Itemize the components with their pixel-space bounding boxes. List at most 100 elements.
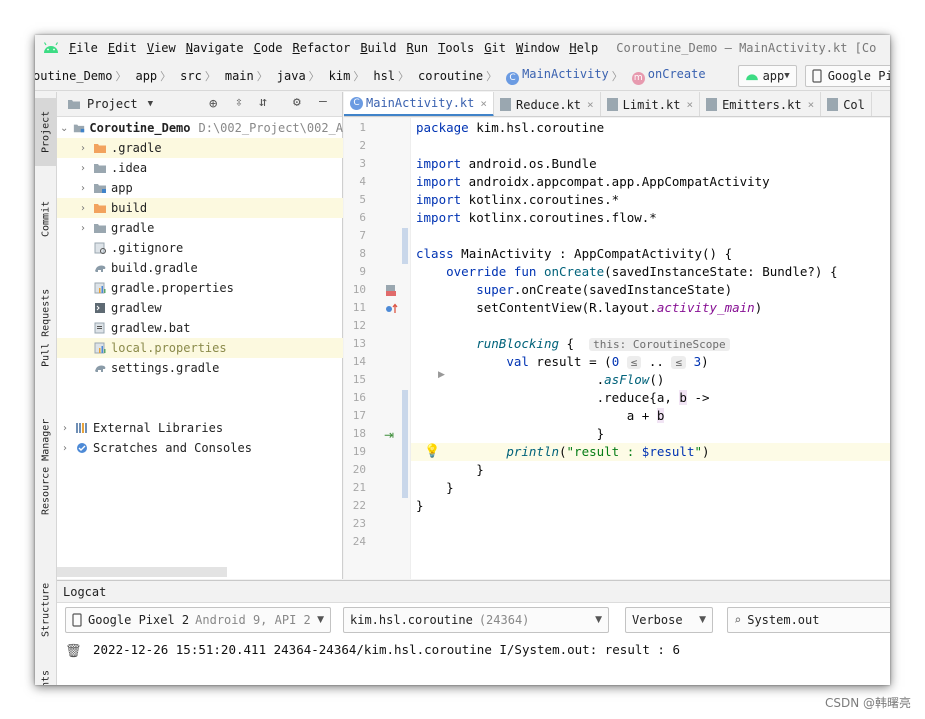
chevron-right-icon[interactable]: ›	[77, 223, 89, 234]
logcat-level-select[interactable]: Verbose ▼	[625, 607, 713, 633]
editor-tab[interactable]: Col	[821, 92, 872, 116]
expand-all-icon[interactable]: ⇳	[235, 95, 243, 110]
breadcrumb-kim[interactable]: kim	[329, 69, 351, 83]
tree-item[interactable]: gradlew.bat	[57, 318, 343, 338]
logcat-device-select[interactable]: Google Pixel 2 Android 9, API 2 ▼	[65, 607, 331, 633]
line-number: 15	[352, 373, 366, 386]
ide-window: File Edit View Navigate Code Refactor Bu…	[35, 35, 890, 685]
implementation-icon[interactable]	[385, 284, 397, 297]
menu-git[interactable]: Git	[484, 41, 506, 55]
logcat-process-select[interactable]: kim.hsl.coroutine (24364) ▼	[343, 607, 609, 633]
tree-root[interactable]: ⌄ Coroutine_Demo D:\002_Project\002_A	[57, 118, 343, 138]
tree-item[interactable]: gradle.properties	[57, 278, 343, 298]
trash-icon[interactable]: 🗑	[65, 643, 82, 659]
editor-tab[interactable]: C MainActivity.kt ×	[344, 92, 494, 116]
chevron-down-icon[interactable]: ▼	[148, 99, 153, 109]
breadcrumb-app[interactable]: app	[135, 69, 157, 83]
menu-build[interactable]: Build	[360, 41, 396, 55]
tab-project-tool[interactable]: Project	[35, 98, 57, 166]
tree-item[interactable]: settings.gradle	[57, 358, 343, 378]
logcat-filter-input[interactable]: ⌕ System.out	[727, 607, 890, 633]
menu-window[interactable]: Window	[516, 41, 559, 55]
menu-edit[interactable]: Edit	[108, 41, 137, 55]
project-panel-header: Project ▼ ⊕ ⇳ ⇵ ⚙ —	[57, 92, 342, 117]
tab-resource-manager[interactable]: Resource Manager	[35, 402, 57, 532]
menu-file[interactable]: File	[69, 41, 98, 55]
suspend-call-icon[interactable]: ⇥	[384, 428, 394, 442]
tree-item-label: local.properties	[111, 341, 227, 355]
collapse-all-icon[interactable]: ⇵	[259, 95, 267, 110]
tree-item[interactable]: build.gradle	[57, 258, 343, 278]
menu-tools[interactable]: Tools	[438, 41, 474, 55]
line-number: 6	[359, 211, 366, 224]
tree-item[interactable]: gradlew	[57, 298, 343, 318]
close-icon[interactable]: ×	[587, 98, 594, 111]
horizontal-scrollbar[interactable]	[57, 567, 227, 577]
close-icon[interactable]: ×	[480, 97, 487, 110]
breadcrumb-hsl[interactable]: hsl	[373, 69, 395, 83]
chevron-right-icon[interactable]: ›	[77, 203, 89, 214]
menu-run[interactable]: Run	[406, 41, 428, 55]
tree-item[interactable]: › build	[57, 198, 343, 218]
tab-variants[interactable]: nts	[35, 664, 57, 685]
tree-item-label: settings.gradle	[111, 361, 220, 375]
menu-navigate[interactable]: Navigate	[186, 41, 244, 55]
editor-tab[interactable]: Reduce.kt ×	[494, 92, 601, 116]
chevron-right-icon[interactable]: ›	[59, 423, 71, 434]
tab-commit-tool[interactable]: Commit	[35, 184, 57, 254]
tree-item[interactable]: .gitignore	[57, 238, 343, 258]
project-view-select[interactable]: Project	[87, 97, 138, 111]
tree-item[interactable]: › app	[57, 178, 343, 198]
menu-help[interactable]: Help	[569, 41, 598, 55]
breadcrumb-coroutine[interactable]: coroutine	[418, 69, 483, 83]
tree-scratches[interactable]: › Scratches and Consoles	[57, 438, 343, 458]
device-select[interactable]: Google Pixel 2	[804, 64, 890, 87]
breadcrumb-main[interactable]: main	[225, 69, 254, 83]
tree-item[interactable]: › .gradle	[57, 138, 343, 158]
menu-code[interactable]: Code	[254, 41, 283, 55]
breadcrumb-method[interactable]: m onCreate	[631, 67, 706, 85]
tree-item[interactable]: › .idea	[57, 158, 343, 178]
tree-item[interactable]: local.properties	[57, 338, 343, 358]
vcs-change-marker[interactable]	[402, 390, 408, 498]
chevron-down-icon: ▼	[317, 615, 324, 625]
module-folder-icon	[74, 124, 85, 133]
breadcrumb-class[interactable]: C MainActivity	[506, 67, 609, 85]
tree-item-label: gradle	[111, 221, 155, 235]
run-config-select[interactable]: app ▼	[737, 64, 797, 87]
chevron-right-icon[interactable]: ›	[77, 143, 89, 154]
code-editor[interactable]: 1 2 3 4 5 6 7 8 9 10 11 12 13 14 15 16 17 18 19 20 21 22 23 24 …	[344, 118, 890, 579]
code-line-6: import kotlinx.coroutines.flow.*	[416, 210, 657, 225]
code-line-19: println("result : $result")	[506, 444, 710, 459]
tree-item-label: build	[111, 201, 148, 215]
vcs-change-marker[interactable]	[402, 228, 408, 264]
tree-external-libraries[interactable]: › External Libraries	[57, 418, 343, 438]
breadcrumb-project[interactable]: outine_Demo	[35, 69, 112, 83]
editor-tab[interactable]: Emitters.kt ×	[700, 92, 822, 116]
minimize-icon[interactable]: —	[319, 94, 327, 109]
breadcrumb-src[interactable]: src	[180, 69, 202, 83]
close-icon[interactable]: ×	[686, 98, 693, 111]
tree-item-label: build.gradle	[111, 261, 198, 275]
menu-view[interactable]: View	[147, 41, 176, 55]
chevron-down-icon[interactable]: ⌄	[59, 123, 69, 134]
close-icon[interactable]: ×	[808, 98, 815, 111]
gear-icon[interactable]: ⚙	[293, 95, 301, 110]
override-icon[interactable]	[385, 302, 399, 315]
tab-pull-requests[interactable]: Pull Requests	[35, 268, 57, 388]
chevron-right-icon[interactable]: ›	[77, 183, 89, 194]
code-line-5: import kotlinx.coroutines.*	[416, 192, 620, 207]
editor-tab[interactable]: Limit.kt ×	[601, 92, 701, 116]
folder-icon	[94, 224, 106, 233]
chevron-right-icon[interactable]: ›	[59, 443, 71, 454]
line-number: 3	[359, 157, 366, 170]
tree-item[interactable]: › gradle	[57, 218, 343, 238]
breadcrumb-java[interactable]: java	[277, 69, 306, 83]
tab-structure[interactable]: Structure	[35, 560, 57, 660]
menu-refactor[interactable]: Refactor	[293, 41, 351, 55]
chevron-right-icon[interactable]: ›	[77, 163, 89, 174]
line-number: 9	[359, 265, 366, 278]
chevron-down-icon: ▼	[784, 70, 790, 81]
locate-icon[interactable]: ⊕	[209, 96, 217, 112]
code-line-16: .reduce{a, b ->	[596, 390, 710, 405]
